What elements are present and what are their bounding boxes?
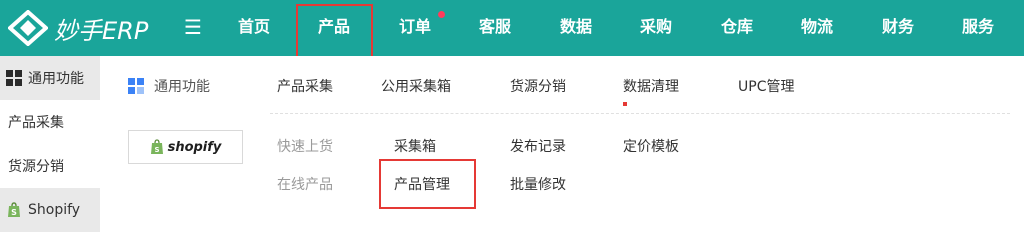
shopify-logo-text: shopify [167,139,222,155]
link-collection-box[interactable]: 采集箱 [394,136,436,156]
shopify-bag-icon: S [150,139,163,154]
grid-icon [128,78,144,94]
logo-text: 妙手ERP [54,16,149,45]
svg-text:S: S [11,208,17,217]
online-products-label: 在线产品 [277,177,333,193]
nav-customer-service[interactable]: 客服 [467,0,523,56]
svg-text:S: S [154,146,159,154]
sidebar-item-general[interactable]: 通用功能 [0,56,100,100]
shopify-logo-box: S shopify [128,130,243,164]
link-upc-management[interactable]: UPC管理 [738,76,794,96]
nav-logistics[interactable]: 物流 [789,0,845,56]
nav-services[interactable]: 服务 [950,0,1006,56]
nav-data[interactable]: 数据 [548,0,604,56]
quick-listing-label: 快速上货 [277,139,333,155]
nav-warehouse[interactable]: 仓库 [709,0,765,56]
shopify-bag-icon: S [8,202,20,217]
nav-purchasing[interactable]: 采购 [628,0,684,56]
sidebar-item-product-collection[interactable]: 产品采集 [0,100,100,144]
link-publish-records[interactable]: 发布记录 [510,136,566,156]
nav-orders[interactable]: 订单 [387,0,443,56]
sidebar: 通用功能 产品采集 货源分销 S Shopify [0,56,101,232]
general-functions-label: 通用功能 [154,79,210,95]
link-bulk-edit[interactable]: 批量修改 [510,174,566,194]
sidebar-item-label: 产品采集 [8,115,64,131]
logo[interactable]: 妙手ERP [8,8,148,48]
section-divider [270,113,1010,114]
link-pricing-template[interactable]: 定价模板 [623,136,679,156]
link-product-collection[interactable]: 产品采集 [277,76,333,96]
products-nav-highlight-box [296,4,373,59]
sidebar-item-label: 通用功能 [28,71,84,87]
sidebar-item-supply-distribution[interactable]: 货源分销 [0,144,100,188]
product-management-highlight-box [379,159,476,209]
link-supply-distribution[interactable]: 货源分销 [510,76,566,96]
nav-home[interactable]: 首页 [226,0,282,56]
nav-finance[interactable]: 财务 [870,0,926,56]
logo-icon [8,10,48,46]
general-functions-title: 通用功能 [128,76,210,96]
link-data-cleanup[interactable]: 数据清理 [623,76,679,96]
top-navigation-bar: 妙手ERP ☰ 首页 产品 订单 客服 数据 采购 仓库 物流 财务 服务 [0,0,1024,56]
hamburger-icon[interactable]: ☰ [184,14,202,40]
orders-notification-badge [438,11,445,18]
data-cleanup-new-indicator [623,102,627,106]
sidebar-item-shopify[interactable]: S Shopify [0,188,100,232]
sidebar-item-label: 货源分销 [8,159,64,175]
grid-icon [6,70,22,86]
sidebar-item-label: Shopify [28,202,81,218]
link-public-collection-box[interactable]: 公用采集箱 [381,76,451,96]
